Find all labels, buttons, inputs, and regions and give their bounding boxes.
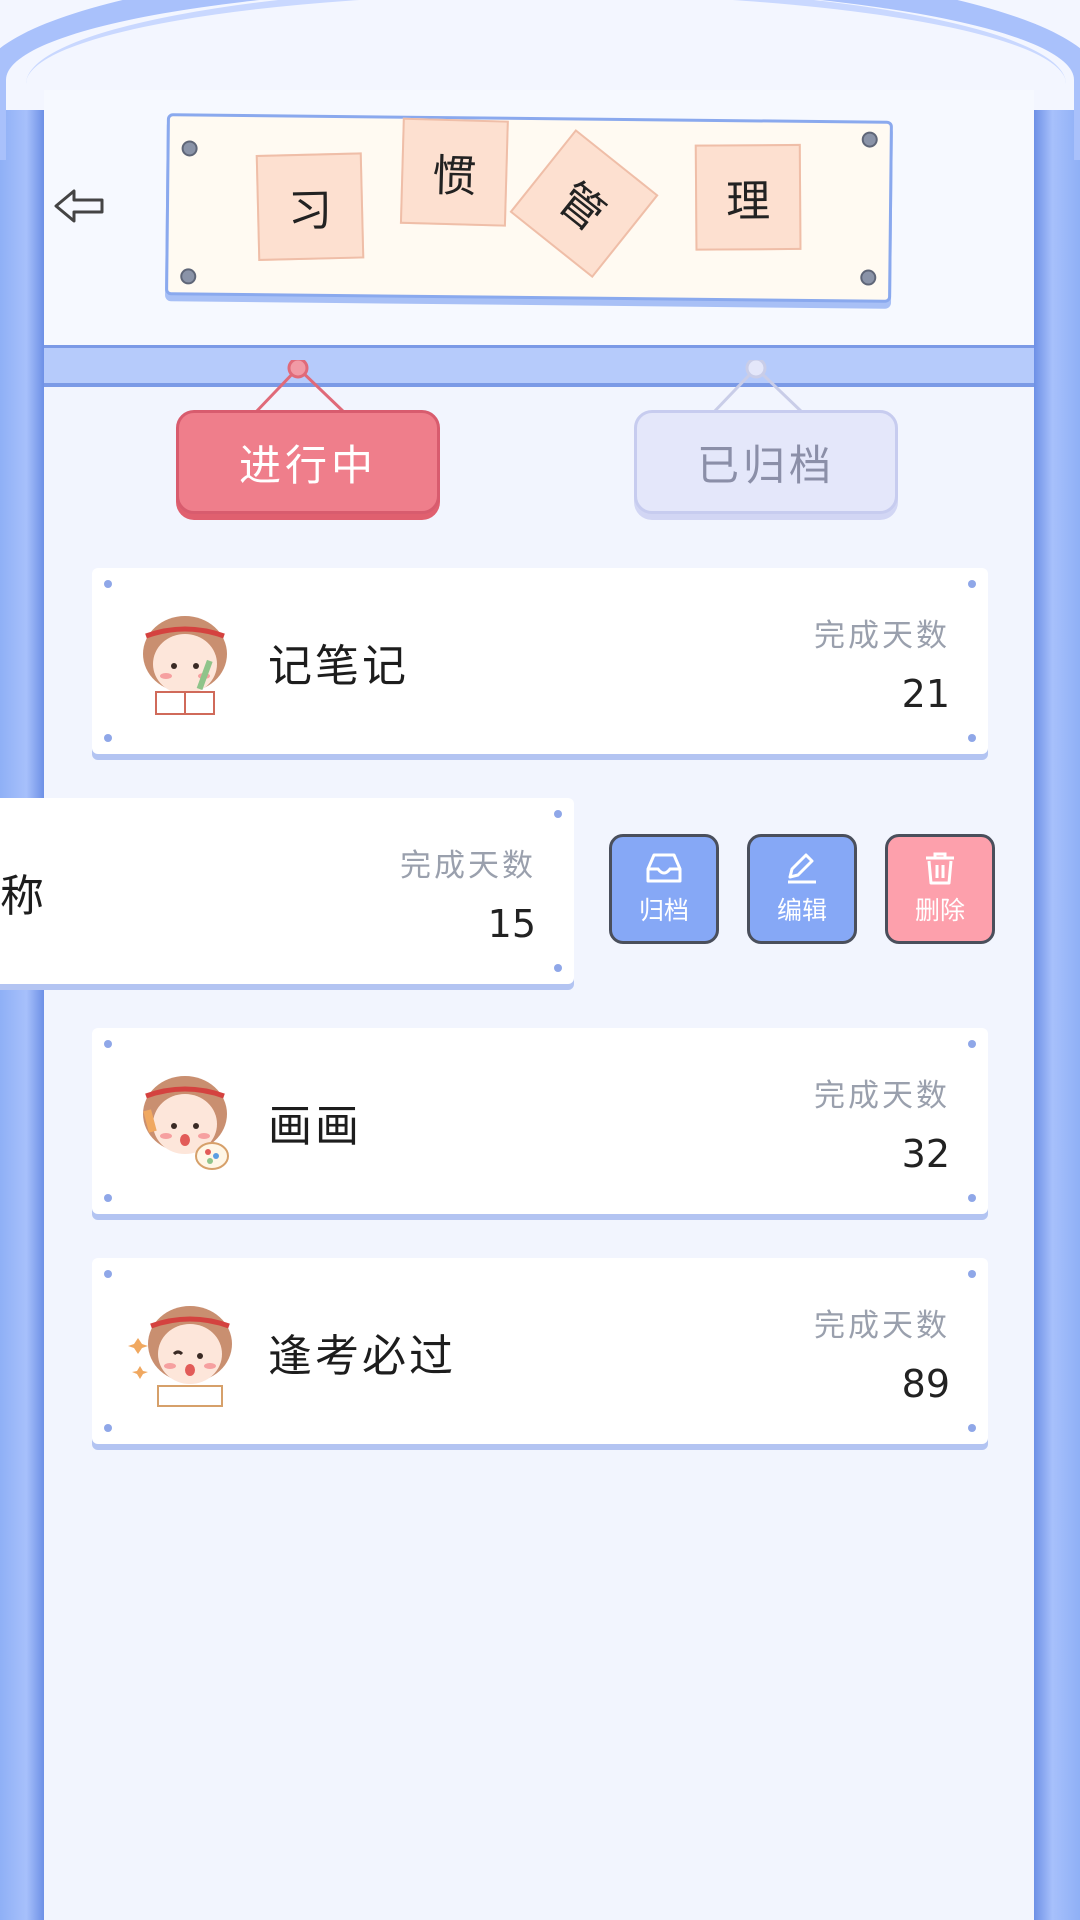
inbox-icon: [646, 853, 682, 883]
habit-name: 逢考必过: [268, 1331, 456, 1382]
habit-name: 记笔记: [268, 641, 409, 692]
habit-card[interactable]: 逢考必过 完成天数 89: [92, 1258, 988, 1444]
screw-icon: [181, 140, 198, 157]
tab-ongoing[interactable]: 进行中: [176, 410, 440, 514]
tab-ongoing-wrap: 进行中: [176, 360, 446, 520]
habit-name: 称: [0, 871, 47, 922]
days-value: 21: [901, 672, 950, 716]
tab-archived-wrap: 已归档: [634, 360, 904, 520]
girl-notes-avatar-icon: [143, 616, 227, 715]
days-value: 32: [901, 1132, 950, 1176]
habit-card[interactable]: 记笔记 完成天数 21: [92, 568, 988, 754]
edit-label: 编辑: [776, 896, 827, 925]
days-label: 完成天数: [814, 1078, 950, 1114]
tab-archived[interactable]: 已归档: [634, 410, 898, 514]
screw-icon: [180, 268, 197, 285]
screw-icon: [860, 269, 877, 286]
delete-button[interactable]: 删除: [885, 834, 995, 944]
back-button[interactable]: [52, 186, 108, 226]
trash-icon: [926, 852, 954, 885]
screw-icon: [861, 131, 878, 148]
back-arrow-icon: [54, 189, 104, 223]
frame-right-pillar: [1034, 110, 1080, 1920]
archive-button[interactable]: 归档: [609, 834, 719, 944]
girl-painting-avatar-icon: [143, 1076, 229, 1170]
days-label: 完成天数: [814, 618, 950, 654]
days-label: 完成天数: [400, 848, 536, 884]
days-label: 完成天数: [814, 1308, 950, 1344]
pencil-icon: [788, 853, 816, 884]
habit-card-swiped[interactable]: 称 完成天数 15: [0, 798, 574, 984]
delete-label: 删除: [914, 896, 965, 925]
title-char: 习: [255, 152, 365, 261]
title-char: 理: [694, 143, 802, 251]
edit-button[interactable]: 编辑: [747, 834, 857, 944]
title-board: 习 惯 管 理: [165, 113, 893, 303]
title-char: 管: [509, 129, 659, 279]
days-value: 15: [487, 902, 536, 946]
habit-name: 画画: [268, 1101, 362, 1152]
girl-exam-avatar-icon: [128, 1306, 232, 1407]
archive-label: 归档: [638, 896, 689, 925]
title-char: 惯: [399, 117, 509, 227]
days-value: 89: [901, 1362, 950, 1406]
frame-left-pillar: [0, 110, 44, 1920]
habit-card[interactable]: 画画 完成天数 32: [92, 1028, 988, 1214]
